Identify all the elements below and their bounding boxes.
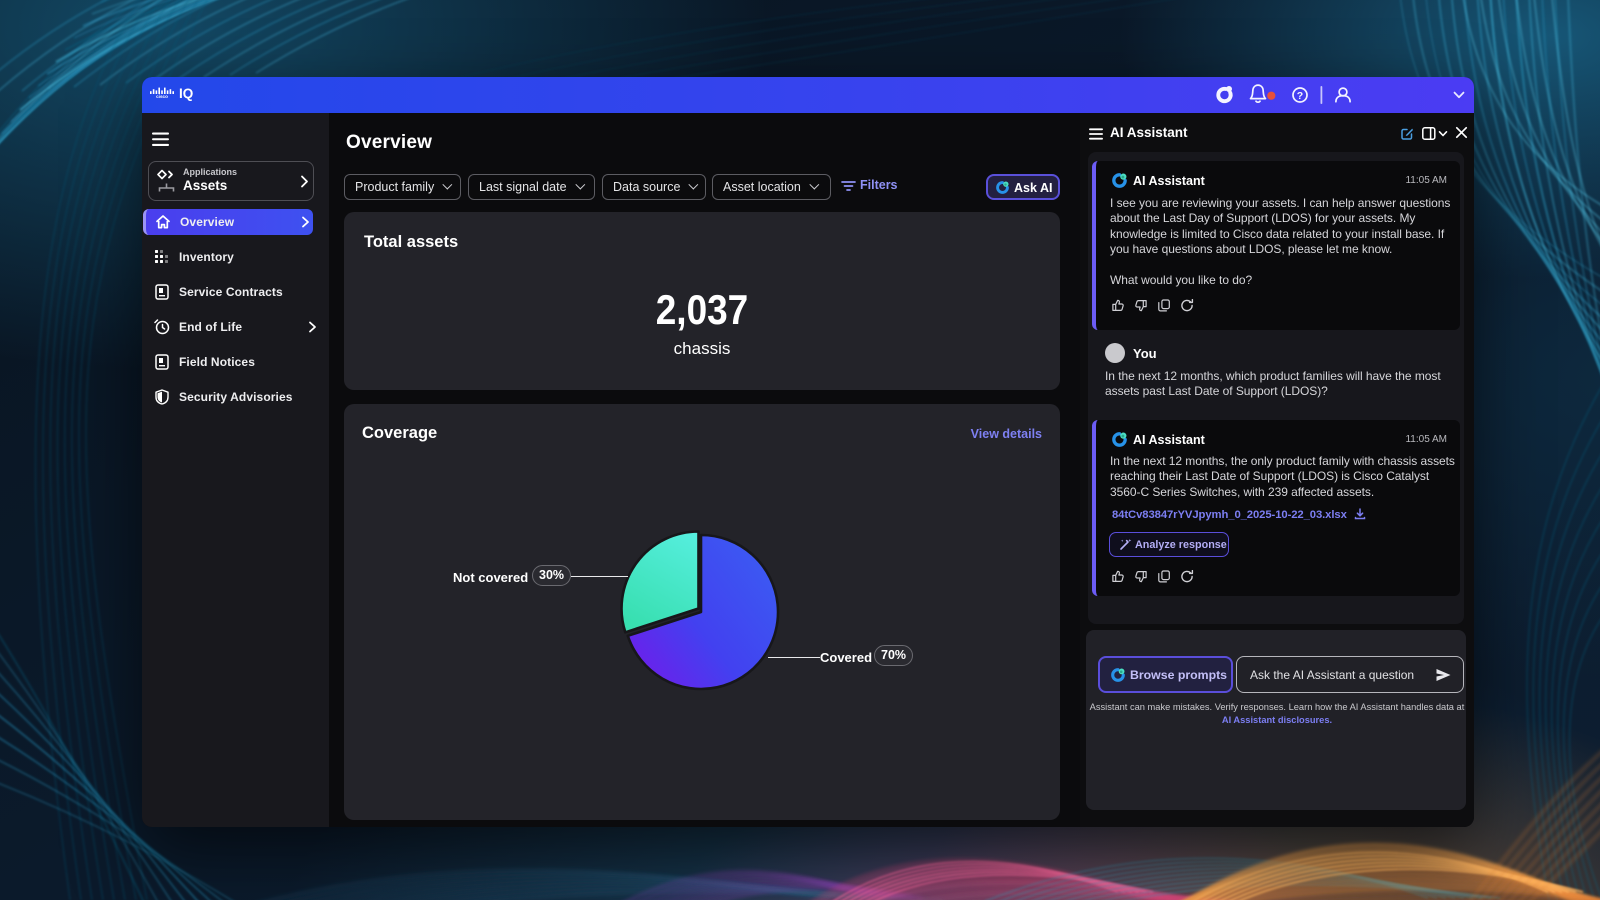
svg-text:?: ? <box>1297 90 1303 102</box>
svg-text:cisco: cisco <box>156 94 168 98</box>
